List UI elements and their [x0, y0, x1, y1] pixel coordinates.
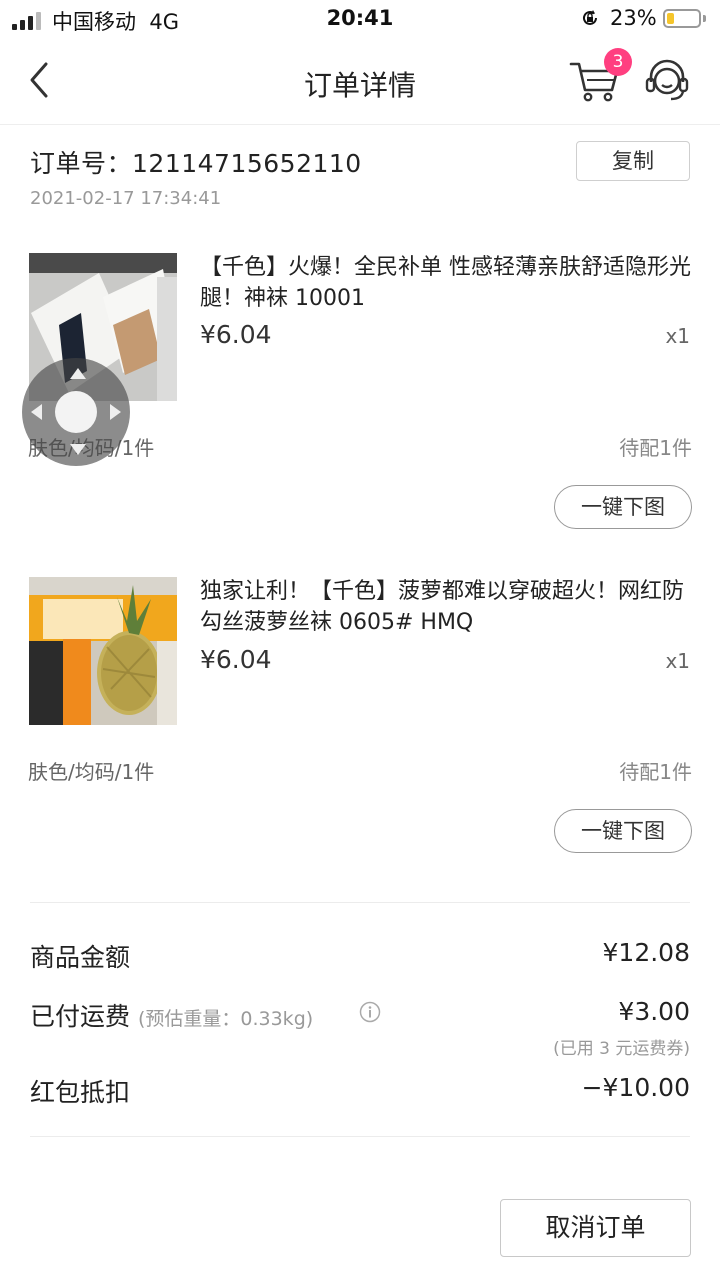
floating-nav-button[interactable]: [22, 358, 130, 466]
cancel-order-button[interactable]: 取消订单: [500, 1199, 691, 1257]
product-status: 待配1件: [619, 760, 692, 784]
center-dot-icon: [55, 391, 97, 433]
product-title[interactable]: 独家让利！【千色】菠萝都难以穿破超火！网红防勾丝菠萝丝袜 0605# HMQ: [200, 576, 700, 638]
red-packet-label: 红包抵扣: [30, 1078, 131, 1107]
shipping-fee-value: ¥3.00: [618, 997, 690, 1026]
shipping-fee-label: 已付运费 (预估重量：0.33kg): [30, 997, 313, 1033]
product-price: ¥6.04: [200, 645, 272, 674]
download-images-button[interactable]: 一键下图: [554, 485, 692, 529]
customer-service-icon[interactable]: [642, 56, 692, 106]
cart-badge: 3: [604, 48, 632, 76]
arrow-down-icon: [70, 444, 86, 455]
order-number-value: 12114715652110: [132, 149, 362, 178]
battery-icon: [663, 9, 701, 28]
shipping-fee-label-text: 已付运费: [30, 1002, 131, 1031]
product-quantity: x1: [665, 649, 690, 673]
download-images-button[interactable]: 一键下图: [554, 809, 692, 853]
rotation-lock-icon: [583, 10, 597, 25]
divider: [30, 902, 690, 903]
copy-button[interactable]: 复制: [576, 141, 690, 181]
goods-amount-label: 商品金额: [30, 943, 131, 972]
pineapple-product-photo: [29, 577, 177, 725]
arrow-right-icon: [110, 404, 121, 420]
product-spec: 肤色/均码/1件: [28, 760, 155, 784]
red-packet-value: −¥10.00: [581, 1073, 690, 1102]
goods-amount-value: ¥12.08: [602, 938, 690, 967]
product-price: ¥6.04: [200, 320, 272, 349]
product-quantity: x1: [665, 324, 690, 348]
shipping-weight-note: (预估重量：0.33kg): [137, 1008, 314, 1030]
info-icon[interactable]: [359, 1001, 381, 1023]
battery-tip: [703, 15, 706, 22]
arrow-up-icon: [70, 368, 86, 379]
order-number-label: 订单号：: [30, 149, 133, 178]
product-title[interactable]: 【千色】火爆！全民补单 性感轻薄亲肤舒适隐形光腿！神袜 10001: [200, 252, 700, 314]
divider: [30, 1136, 690, 1137]
status-bar: 中国移动 4G 20:41 23%: [0, 0, 720, 40]
nav-divider: [0, 124, 720, 125]
product-image[interactable]: [29, 577, 177, 725]
order-number: 订单号：12114715652110: [30, 144, 362, 180]
order-time: 2021-02-17 17:34:41: [30, 188, 222, 209]
battery-percent: 23%: [610, 6, 657, 30]
shipping-coupon-note: (已用 3 元运费券): [553, 1039, 690, 1059]
arrow-left-icon: [31, 404, 42, 420]
product-status: 待配1件: [619, 436, 692, 460]
